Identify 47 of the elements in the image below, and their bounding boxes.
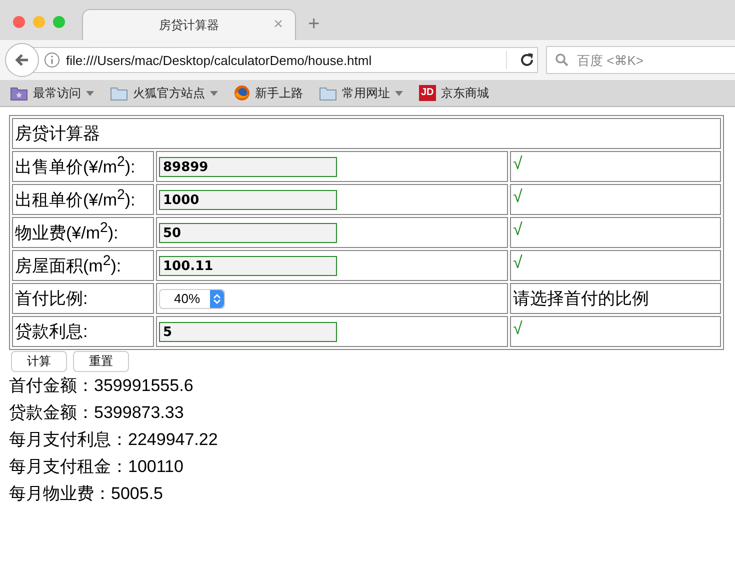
- input-field[interactable]: 50: [159, 223, 337, 244]
- bookmark-item[interactable]: 新手上路: [234, 84, 303, 102]
- result-text: 每月支付租金：100110: [9, 456, 184, 478]
- validation-message: √: [510, 316, 721, 347]
- info-icon[interactable]: [44, 52, 60, 68]
- field-label: 物业费(¥/m$^{2}$):: [12, 217, 154, 248]
- close-window-button[interactable]: [13, 16, 25, 28]
- form-button[interactable]: 重置: [73, 351, 129, 372]
- globe-icon: [234, 85, 250, 101]
- form-button[interactable]: 计算: [11, 351, 67, 372]
- result-text: 每月物业费：5005.5: [9, 483, 164, 505]
- address-bar[interactable]: file:///Users/mac/Desktop/calculatorDemo/house.html: [33, 47, 538, 73]
- validation-message: √: [510, 184, 721, 215]
- result-text: 每月支付利息：2249947.22: [9, 429, 219, 451]
- folder-icon: [110, 86, 128, 100]
- bookmark-item[interactable]: 火狐官方站点: [110, 84, 218, 102]
- validation-message: √: [510, 151, 721, 182]
- bookmark-item[interactable]: JD 京东商城: [419, 84, 489, 102]
- dropdown-select[interactable]: 40%: [159, 288, 226, 309]
- validation-message: √: [510, 217, 721, 248]
- bookmark-item[interactable]: 常用网址: [319, 84, 403, 102]
- address-field[interactable]: file:///Users/mac/Desktop/calculatorDemo/house.html: [66, 52, 506, 68]
- stepper-icon: [210, 290, 224, 308]
- search-icon: [555, 53, 569, 67]
- field-label: 房屋面积(m$^{2}$):: [12, 250, 154, 281]
- search-field[interactable]: 百度 <⌘K>: [546, 46, 735, 74]
- field-label: 贷款利息:: [12, 316, 154, 347]
- reload-icon[interactable]: [519, 52, 535, 68]
- input-field[interactable]: 1000: [159, 190, 337, 210]
- field-label: 首付比例:: [12, 283, 154, 314]
- table-title-cell: 房贷计算器: [12, 118, 721, 149]
- input-field[interactable]: 5: [159, 322, 337, 342]
- result-text: 首付金额：359991555.6: [9, 375, 194, 397]
- jd-logo-icon: JD: [419, 85, 436, 101]
- validation-message: √: [510, 250, 721, 281]
- search-input[interactable]: 百度 <⌘K>: [575, 52, 709, 68]
- result-text: 贷款金额：5399873.33: [9, 402, 185, 424]
- folder-icon: [10, 86, 28, 100]
- input-field[interactable]: 89899: [159, 157, 337, 178]
- folder-icon: [319, 86, 337, 100]
- field-label: 出租单价(¥/m$^{2}$):: [12, 184, 154, 215]
- validation-message: 请选择首付的比例: [510, 283, 721, 314]
- browser-tab[interactable]: 房贷计算器 ×: [82, 9, 296, 40]
- field-label: 出售单价(¥/m$^{2}$):: [12, 151, 154, 182]
- input-field[interactable]: 100.11: [159, 256, 337, 276]
- back-button[interactable]: [5, 43, 39, 77]
- bookmark-item[interactable]: 最常访问: [10, 84, 94, 102]
